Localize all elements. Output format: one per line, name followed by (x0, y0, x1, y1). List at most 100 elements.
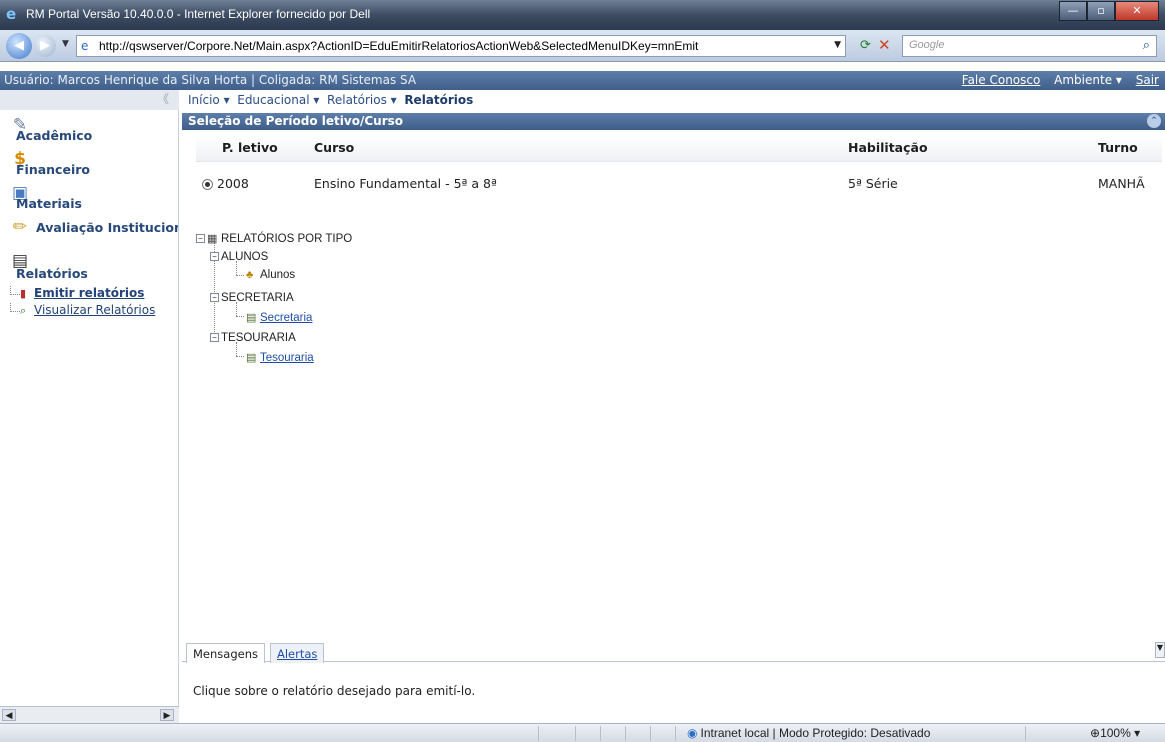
sidebar-item-label[interactable]: Visualizar Relatórios (34, 303, 155, 317)
report-tree-icon: ▦ (207, 233, 218, 245)
status-divider (625, 726, 626, 741)
user-links: Fale Conosco Ambiente ▾ Sair (962, 73, 1159, 87)
minimize-button[interactable]: — (1059, 1, 1087, 21)
security-zone[interactable]: ◉ Intranet local | Modo Protegido: Desati… (687, 726, 930, 740)
collapse-icon[interactable]: − (210, 252, 219, 262)
stop-icon[interactable]: ✕ (878, 36, 891, 54)
tree-line (236, 356, 244, 357)
history-dropdown-icon[interactable]: ▼ (62, 39, 69, 49)
tree-group-alunos[interactable]: − ALUNOS (210, 251, 268, 263)
sidebar-module-avaliacao[interactable]: ✏ Avaliação Institucional (0, 212, 178, 246)
periodo-table: P. letivo Curso Habilitação Turno 2008 E… (196, 135, 1162, 205)
window-title: RM Portal Versão 10.40.0.0 - Internet Ex… (26, 7, 371, 21)
tree-line (236, 275, 244, 276)
scroll-left-icon[interactable]: ◀ (2, 709, 16, 721)
search-placeholder: Google (909, 39, 945, 51)
periodo-radio[interactable] (202, 178, 213, 190)
zoom-label: 100% (1100, 726, 1131, 740)
sidebar-module-academico[interactable]: ✎ Acadêmico (0, 110, 178, 144)
tree-leaf-alunos[interactable]: ♣ Alunos (246, 269, 295, 281)
habilitacao-cell: 5ª Série (842, 160, 1092, 205)
column-header-turno: Turno (1092, 135, 1162, 161)
breadcrumb-inicio[interactable]: Início ▾ (188, 93, 230, 107)
scroll-right-icon[interactable]: ▶ (160, 709, 174, 721)
column-header-periodo: P. letivo (196, 135, 308, 161)
periodo-cell[interactable]: 2008 (196, 160, 308, 205)
messages-tabs: Mensagens Alertas (182, 642, 1165, 663)
report-icon: ▤ (246, 312, 257, 324)
sidebar-item-visualizar-relatorios[interactable]: ⌕ Visualizar Relatórios (0, 303, 178, 320)
module-label: Financeiro (16, 162, 90, 177)
maximize-button[interactable]: ▫ (1087, 1, 1115, 21)
tree-leaf-link[interactable]: Tesouraria (260, 352, 314, 364)
tab-mensagens[interactable]: Mensagens (186, 643, 265, 663)
tree-line (236, 342, 237, 356)
breadcrumb: Início ▾ Educacional ▾ Relatórios ▾ Rela… (188, 93, 473, 107)
sidebar-module-materiais[interactable]: ▣ Materiais (0, 178, 178, 212)
sidebar-module-relatorios[interactable]: ▤ Relatórios (0, 246, 178, 281)
window-titlebar: e RM Portal Versão 10.40.0.0 - Internet … (0, 0, 1165, 30)
user-bar: Usuário: Marcos Henrique da Silva Horta … (0, 71, 1165, 90)
collapse-icon[interactable]: − (210, 293, 219, 303)
sidebar-item-emitir-relatorios[interactable]: ▮ Emitir relatórios (0, 286, 178, 303)
globe-icon: ◉ (687, 726, 698, 740)
status-divider (1025, 726, 1026, 741)
sair-link[interactable]: Sair (1136, 73, 1159, 87)
page-icon: e (81, 39, 89, 53)
sidebar: ✎ Acadêmico $ Financeiro ▣ Materiais ✏ A… (0, 110, 179, 706)
refresh-icon[interactable]: ⟳ (860, 38, 871, 53)
table-row[interactable]: 2008 Ensino Fundamental - 5ª a 8ª 5ª Sér… (196, 160, 1162, 205)
tree-line (236, 302, 237, 316)
search-input[interactable]: Google ⌕ (902, 35, 1157, 57)
tree-group-tesouraria[interactable]: − TESOURARIA (210, 332, 296, 344)
messages-dropdown-icon[interactable]: ▼ (1155, 642, 1165, 658)
address-bar[interactable]: e http://qswserver/Corpore.Net/Main.aspx… (76, 35, 846, 57)
status-divider (575, 726, 576, 741)
url-text[interactable]: http://qswserver/Corpore.Net/Main.aspx?A… (99, 39, 819, 53)
tree-group-label: ALUNOS (221, 251, 269, 263)
back-button[interactable]: ◀ (6, 33, 32, 59)
address-toolbar: ◀ ▶ ▼ e http://qswserver/Corpore.Net/Mai… (0, 30, 1165, 62)
column-header-curso: Curso (308, 135, 842, 161)
zone-label: Intranet local | Modo Protegido: Desativ… (700, 726, 931, 740)
sidebar-module-financeiro[interactable]: $ Financeiro (0, 144, 178, 178)
forward-button[interactable]: ▶ (34, 35, 56, 57)
tree-leaf-label[interactable]: Alunos (260, 269, 295, 281)
collapse-icon[interactable]: − (210, 333, 219, 343)
status-bar: ◉ Intranet local | Modo Protegido: Desati… (0, 723, 1165, 742)
tree-leaf-link[interactable]: Secretaria (260, 312, 312, 324)
zoom-control[interactable]: ⊕100% ▾ (1090, 726, 1140, 740)
module-label: Avaliação Institucional (36, 220, 178, 235)
tab-alertas[interactable]: Alertas (270, 643, 325, 663)
turno-cell: MANHÃ (1092, 160, 1162, 205)
report-icon: ▤ (246, 352, 257, 364)
collapse-panel-icon[interactable]: ⌃ (1147, 114, 1161, 128)
column-header-habilitacao: Habilitação (842, 135, 1092, 161)
module-label: Acadêmico (16, 128, 93, 143)
collapse-icon[interactable]: − (196, 234, 205, 244)
panel-header: Seleção de Período letivo/Curso ⌃ (182, 113, 1165, 130)
address-dropdown-icon[interactable]: ▼ (834, 40, 841, 50)
tree-line (236, 316, 244, 317)
tree-group-label: SECRETARIA (221, 292, 294, 304)
curso-cell: Ensino Fundamental - 5ª a 8ª (308, 160, 842, 205)
fale-conosco-link[interactable]: Fale Conosco (962, 73, 1041, 87)
breadcrumb-educacional[interactable]: Educacional ▾ (237, 93, 319, 107)
tree-leaf-tesouraria[interactable]: ▤ Tesouraria (246, 351, 314, 364)
ambiente-menu[interactable]: Ambiente ▾ (1054, 73, 1122, 87)
sidebar-collapse-button[interactable]: 《 (0, 90, 179, 110)
close-window-button[interactable]: ✕ (1115, 1, 1159, 21)
window-controls: — ▫ ✕ (1059, 1, 1159, 21)
panel-title: Seleção de Período letivo/Curso (188, 114, 403, 128)
user-info: Usuário: Marcos Henrique da Silva Horta … (4, 73, 417, 87)
sidebar-scrollbar[interactable]: ◀ ▶ (0, 706, 179, 723)
breadcrumb-relatorios[interactable]: Relatórios ▾ (327, 93, 397, 107)
tree-group-label: TESOURARIA (221, 332, 296, 344)
tree-group-secretaria[interactable]: − SECRETARIA (210, 292, 294, 304)
search-icon[interactable]: ⌕ (1143, 38, 1150, 53)
tree-connector (10, 286, 20, 295)
status-divider (675, 726, 676, 741)
tree-leaf-secretaria[interactable]: ▤ Secretaria (246, 311, 312, 324)
tree-root[interactable]: − ▦ RELATÓRIOS POR TIPO (196, 232, 352, 245)
sidebar-item-label[interactable]: Emitir relatórios (34, 286, 144, 300)
